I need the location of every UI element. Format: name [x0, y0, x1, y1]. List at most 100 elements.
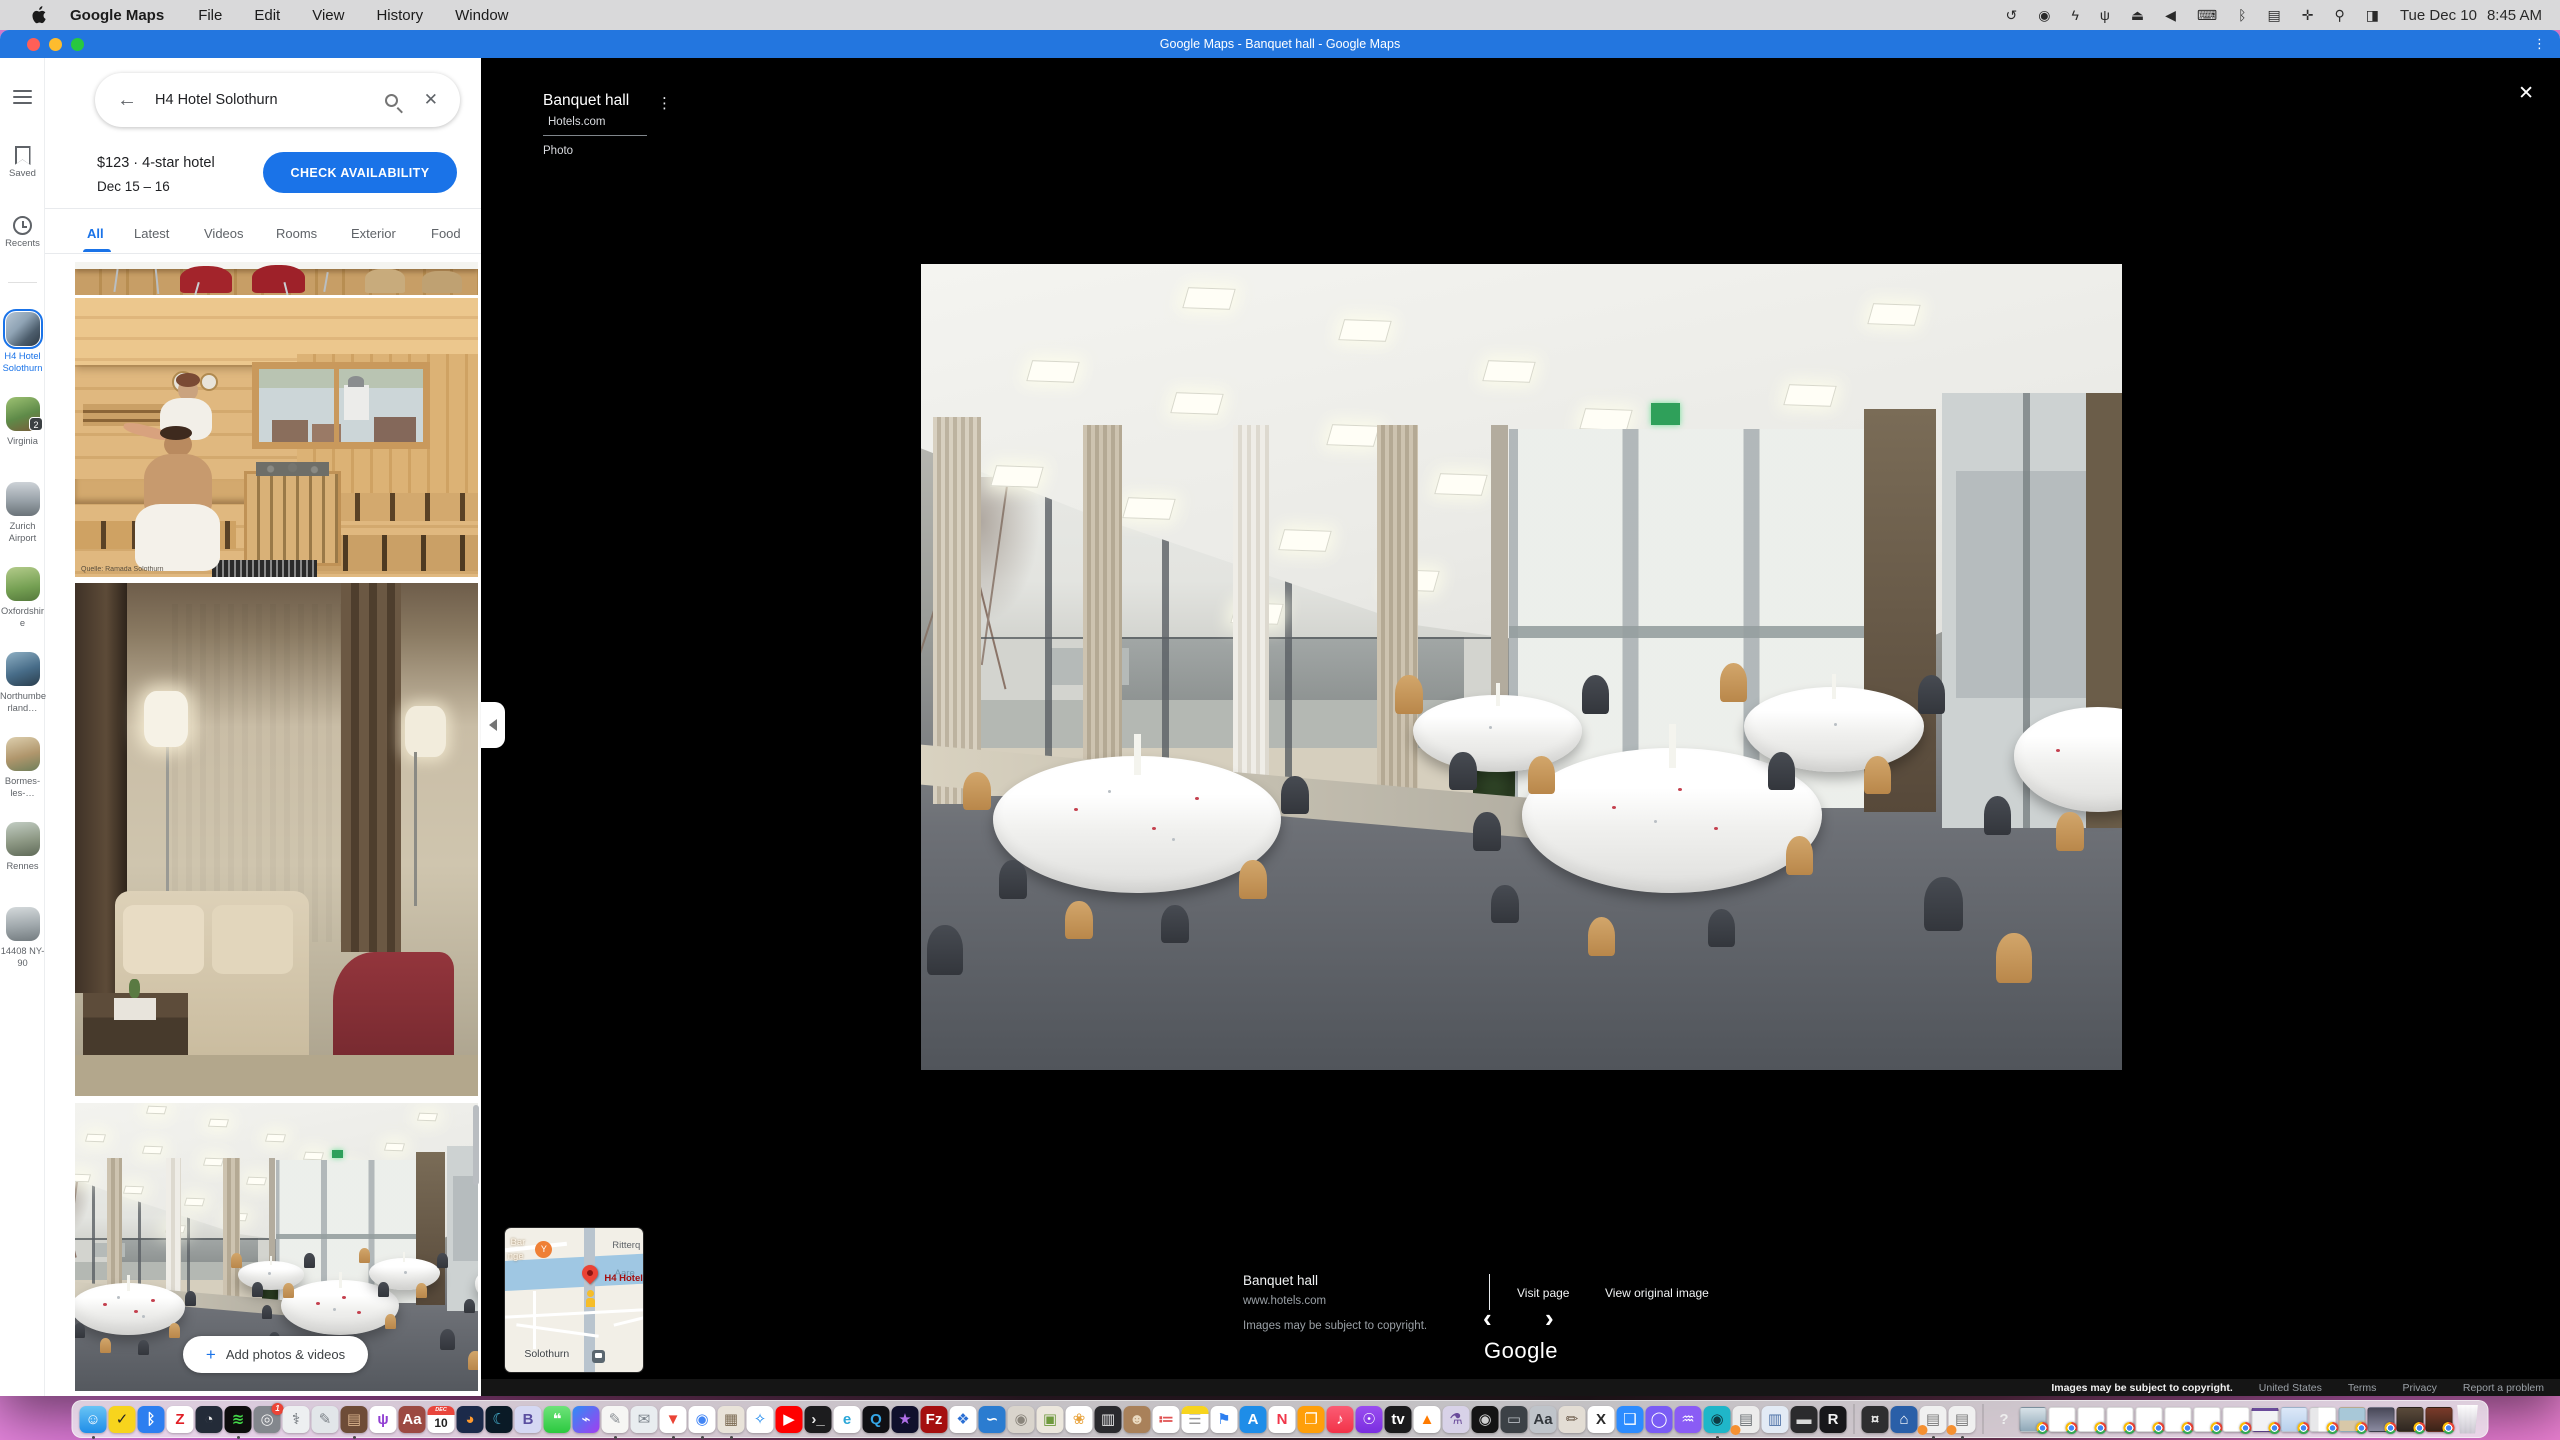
dock-printer-2-icon[interactable]: ▤ — [1949, 1406, 1976, 1433]
sidebar-place-northumberland[interactable]: Northumberland… — [0, 652, 45, 714]
menu-edit[interactable]: Edit — [254, 7, 280, 24]
dock-music-icon[interactable]: ♪ — [1327, 1406, 1354, 1433]
dock-photo-booth-icon[interactable]: ▦ — [718, 1406, 745, 1433]
check-availability-button[interactable]: CHECK AVAILABILITY — [263, 152, 457, 193]
dock-webcam-app-icon[interactable]: ◉ — [1704, 1406, 1731, 1433]
dock-handbrake-icon[interactable]: ▣ — [1037, 1406, 1064, 1433]
usb-icon[interactable]: ψ — [2100, 0, 2110, 30]
dock-messages-icon[interactable]: ❝ — [544, 1406, 571, 1433]
dock-bluetooth-app-icon[interactable]: ᛒ — [138, 1406, 165, 1433]
dock-contacts-icon[interactable]: ☻ — [1124, 1406, 1151, 1433]
zoom-window-button[interactable] — [71, 38, 84, 51]
dock-loom-icon[interactable]: ◯ — [1646, 1406, 1673, 1433]
photo-thumbnail-sauna[interactable]: Quelle: Ramada Solothurn — [75, 298, 478, 577]
back-arrow-icon[interactable]: ← — [117, 89, 137, 112]
dock-mail-icon[interactable]: ✉ — [631, 1406, 658, 1433]
viewer-menu-icon[interactable]: ⋮ — [657, 94, 672, 112]
dock-notes-pencil-icon[interactable]: ✎ — [602, 1406, 629, 1433]
volume-icon[interactable]: ◀ — [2165, 0, 2176, 30]
dock-garageband-icon[interactable]: ▥ — [1095, 1406, 1122, 1433]
minimized-doc-window[interactable] — [2136, 1407, 2163, 1432]
sidebar-item-saved[interactable]: Saved — [0, 146, 45, 179]
collapse-panel-handle[interactable] — [481, 702, 505, 748]
dock-audio-editor-icon[interactable]: ≋ — [225, 1406, 252, 1433]
footer-link-united-states[interactable]: United States — [2259, 1382, 2322, 1394]
shazam-icon[interactable]: ϟ — [2071, 0, 2078, 30]
search-input[interactable]: H4 Hotel Solothurn — [155, 92, 385, 108]
dock-safari-icon[interactable]: ✧ — [747, 1406, 774, 1433]
banquet-hall-photo[interactable] — [921, 264, 2122, 1070]
minimized-frame-window[interactable] — [2397, 1407, 2424, 1432]
footer-link-report-a-problem[interactable]: Report a problem — [2463, 1382, 2544, 1394]
dock-photos-icon[interactable]: ❀ — [1066, 1406, 1093, 1433]
dock-wine-utility-icon[interactable]: ⚗ — [1443, 1406, 1470, 1433]
dock-edge-icon[interactable]: e — [834, 1406, 861, 1433]
dock-print-center-icon[interactable]: ▥ — [1762, 1406, 1789, 1433]
menu-window[interactable]: Window — [455, 7, 508, 24]
menu-file[interactable]: File — [198, 7, 222, 24]
minimized-doc-window[interactable] — [2107, 1407, 2134, 1432]
dock-scanner-icon[interactable]: ▬ — [1791, 1406, 1818, 1433]
minimized-doc-window[interactable] — [2078, 1407, 2105, 1432]
dock-health-icon[interactable]: ⚕ — [283, 1406, 310, 1433]
close-viewer-icon[interactable]: ✕ — [2518, 82, 2534, 105]
dock-apple-tv-icon[interactable]: tv — [1385, 1406, 1412, 1433]
bluetooth-icon[interactable]: ᛒ — [2238, 0, 2246, 30]
dock-news-icon[interactable]: N — [1269, 1406, 1296, 1433]
tab-exterior[interactable]: Exterior — [351, 226, 396, 241]
minimized-finder-window[interactable] — [2310, 1407, 2337, 1432]
hamburger-menu-icon[interactable] — [13, 90, 32, 104]
minimized-doc-window[interactable] — [2049, 1407, 2076, 1432]
dock-kindle-icon[interactable]: ☾ — [486, 1406, 513, 1433]
dock-zipcar-icon[interactable]: Z — [167, 1406, 194, 1433]
apple-icon[interactable] — [32, 6, 48, 24]
viewer-source-link[interactable]: Hotels.com — [548, 116, 606, 128]
dock-google-maps-icon[interactable]: ▼ — [660, 1406, 687, 1433]
previous-photo-arrow[interactable]: ‹ — [1483, 1306, 1492, 1330]
dock-messenger-icon[interactable]: ⌁ — [573, 1406, 600, 1433]
sidebar-item-recents[interactable]: Recents — [0, 216, 45, 249]
dock-r-app-icon[interactable]: R — [1820, 1406, 1847, 1433]
minimized-art-window[interactable] — [2426, 1407, 2453, 1432]
dock-drawing-app-icon[interactable]: ❖ — [950, 1406, 977, 1433]
battery-icon[interactable]: ▤ — [2267, 0, 2280, 30]
spotlight-icon[interactable]: ⚲ — [2334, 0, 2344, 30]
next-photo-arrow[interactable]: › — [1545, 1306, 1554, 1330]
visit-page-link[interactable]: Visit page — [1517, 1286, 1569, 1300]
minimized-doc-window[interactable] — [2223, 1407, 2250, 1432]
photo-thumbnail-conference[interactable] — [75, 262, 478, 295]
dock-openoffice-icon[interactable]: ∽ — [979, 1406, 1006, 1433]
trash-icon[interactable] — [2455, 1405, 2481, 1434]
search-box[interactable]: ← H4 Hotel Solothurn ✕ — [95, 73, 460, 127]
sidebar-place-bormes-les-mimosas[interactable]: Bormes-les-… — [0, 737, 45, 799]
dock-star-app-icon[interactable]: ★ — [892, 1406, 919, 1433]
sidebar-place-virginia[interactable]: 2Virginia — [0, 397, 45, 447]
active-app-name[interactable]: Google Maps — [70, 7, 164, 24]
dock-voice-app-icon[interactable]: ♒ — [1675, 1406, 1702, 1433]
dock-youtube-icon[interactable]: ▶ — [776, 1406, 803, 1433]
tab-rooms[interactable]: Rooms — [276, 226, 317, 241]
dock-keychain-access-icon[interactable]: ¤ — [1862, 1406, 1889, 1433]
dock-podcasts-icon[interactable]: ☉ — [1356, 1406, 1383, 1433]
dock-printer-1-icon[interactable]: ▤ — [1920, 1406, 1947, 1433]
dock-x11-icon[interactable]: X — [1588, 1406, 1615, 1433]
dock-bbedit-icon[interactable]: B — [515, 1406, 542, 1433]
sidebar-place-zurich-airport[interactable]: ZurichAirport — [0, 482, 45, 544]
minimized-doc-window[interactable] — [2194, 1407, 2221, 1432]
photo-thumbnail-room[interactable] — [75, 583, 478, 1096]
tab-all[interactable]: All — [87, 226, 104, 241]
dock-gimp-icon[interactable]: ✏ — [1559, 1406, 1586, 1433]
footer-link-terms[interactable]: Terms — [2348, 1382, 2377, 1394]
dock-vinyl-app-icon[interactable]: ◉ — [1472, 1406, 1499, 1433]
view-original-link[interactable]: View original image — [1605, 1286, 1709, 1300]
dock-dark-window-app-icon[interactable]: ▭ — [1501, 1406, 1528, 1433]
dock-printer-utility-icon[interactable]: ▤ — [1733, 1406, 1760, 1433]
menu-bar-clock[interactable]: Tue Dec 10 8:45 AM — [2400, 7, 2542, 24]
search-icon[interactable] — [385, 94, 398, 107]
sidebar-place-oxfordshire[interactable]: Oxfordshire — [0, 567, 45, 629]
minimized-table-window[interactable] — [2281, 1407, 2308, 1432]
dock-firefox-icon[interactable]: ◕ — [457, 1406, 484, 1433]
record-icon[interactable]: ◉ — [2038, 0, 2050, 30]
dock-font-book-icon[interactable]: Aa — [1530, 1406, 1557, 1433]
dock-disk-utility-icon[interactable]: ✎ — [312, 1406, 339, 1433]
